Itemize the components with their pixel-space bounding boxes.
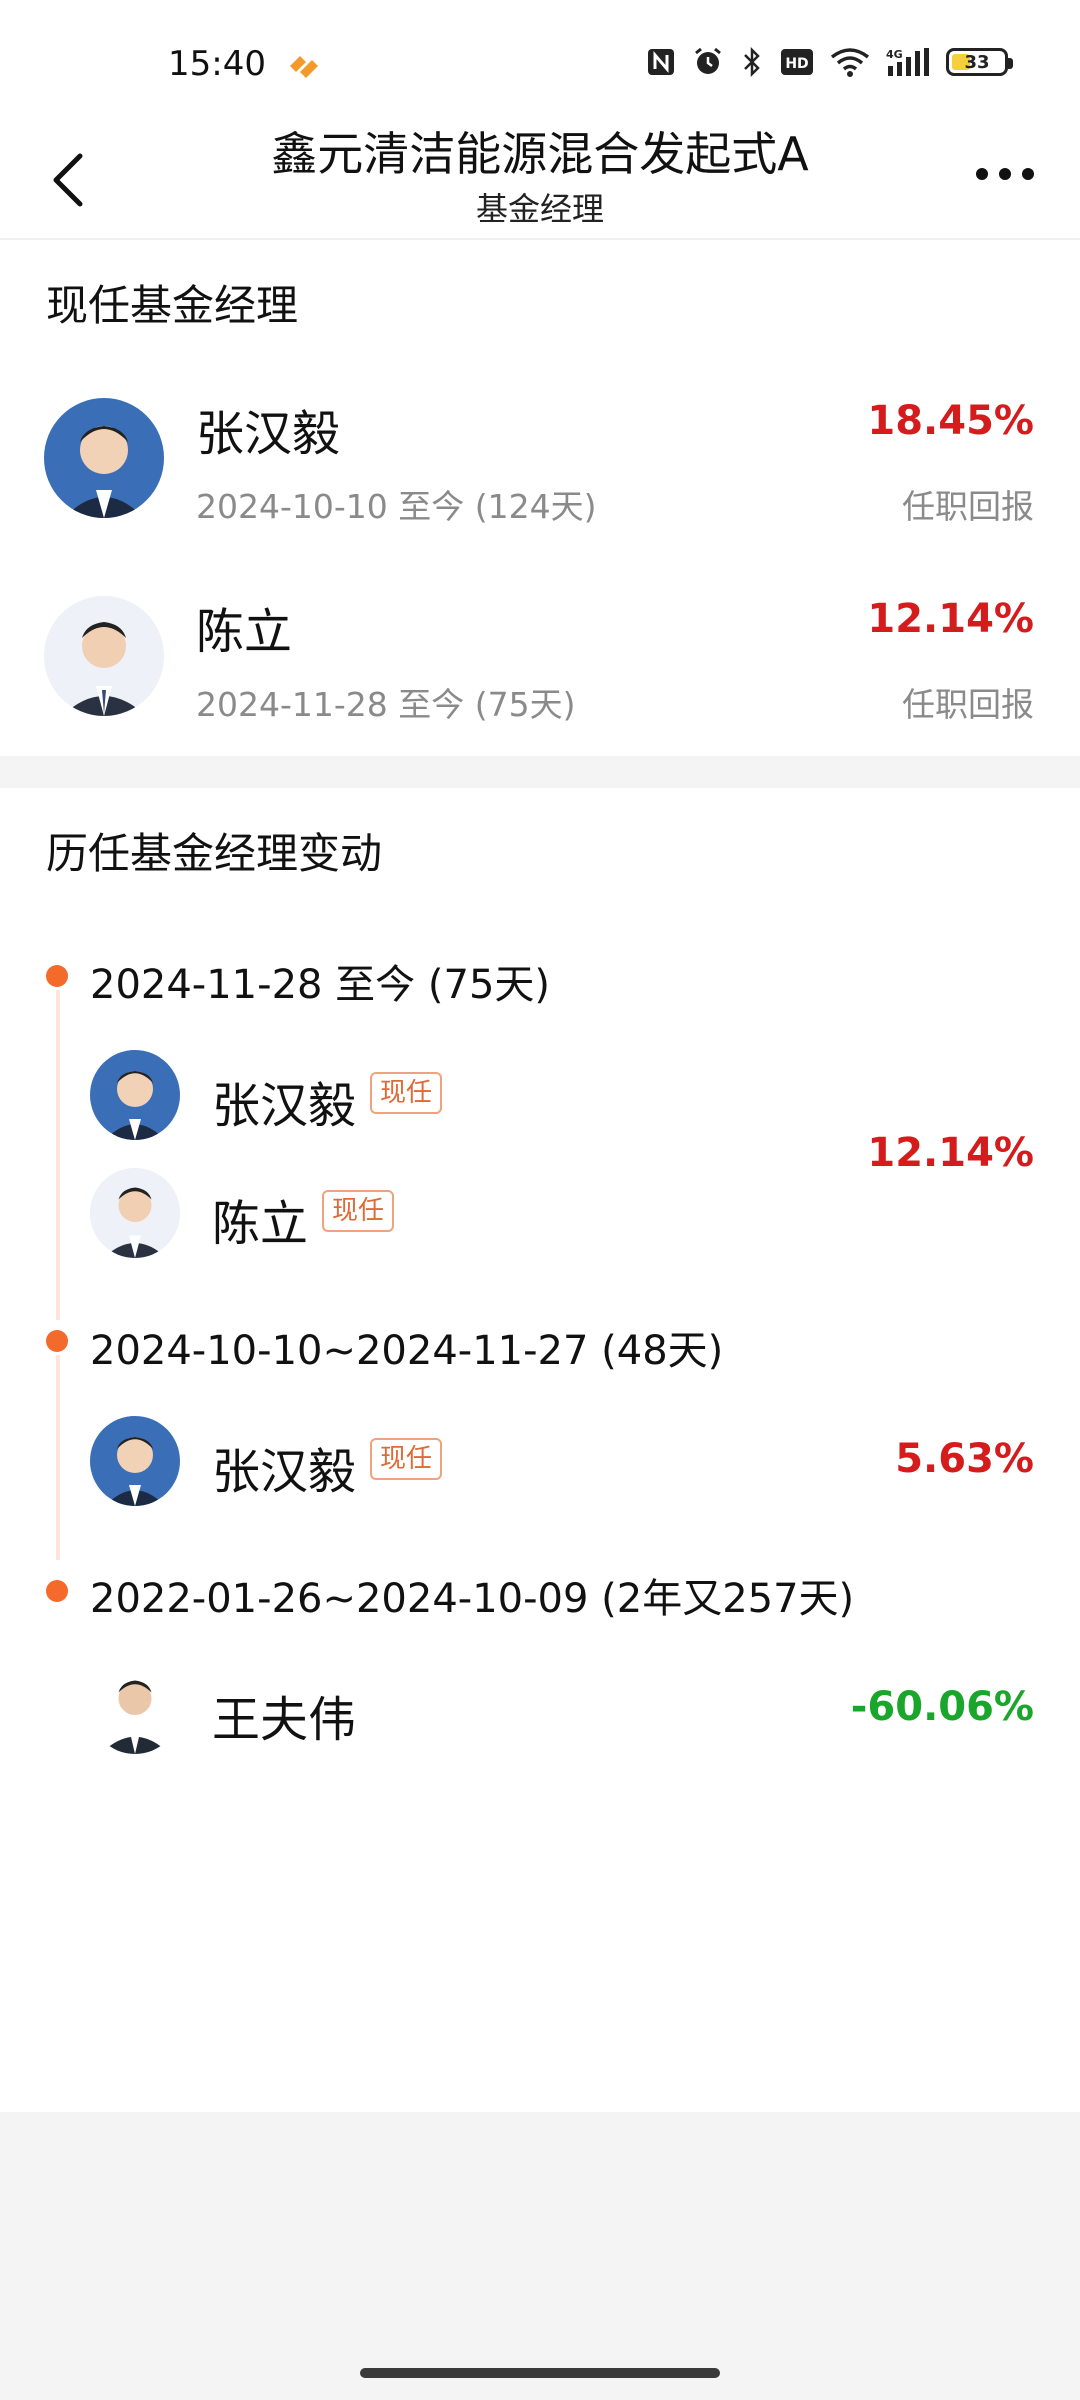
avatar: [90, 1168, 180, 1258]
bottom-gray-area: [0, 2112, 1080, 2400]
period-return: 5.63%: [895, 1436, 1034, 1482]
svg-text:HD: HD: [785, 56, 808, 72]
more-button[interactable]: [970, 154, 1040, 194]
history-manager-name: 王夫伟: [212, 1692, 357, 1748]
manager-tenure: 2024-11-28 至今 (75天): [196, 685, 576, 724]
timeline-line: [56, 990, 60, 1320]
status-time: 15:40: [168, 44, 266, 84]
period-return: 12.14%: [867, 1130, 1034, 1176]
current-tag: 现任: [370, 1438, 443, 1480]
period-text: 2024-11-28 至今 (75天): [90, 962, 550, 1008]
page-title: 鑫元清洁能源混合发起式A: [271, 127, 809, 181]
header: 鑫元清洁能源混合发起式A 基金经理: [0, 110, 1080, 240]
wifi-icon: [830, 47, 870, 77]
alarm-icon: [692, 46, 724, 78]
home-indicator[interactable]: [360, 2368, 720, 2378]
nfc-icon: [646, 47, 676, 77]
page-subtitle: 基金经理: [475, 190, 604, 228]
bluetooth-icon: [740, 46, 764, 78]
history-title: 历任基金经理变动: [46, 829, 383, 878]
avatar: [90, 1664, 180, 1754]
hd-icon: HD: [780, 48, 814, 76]
battery-icon: 33: [946, 48, 1013, 76]
avatar: [44, 596, 164, 716]
more-dots-icon: [976, 168, 1034, 180]
avatar: [44, 398, 164, 518]
battery-level: 33: [964, 51, 990, 73]
period-return: -60.06%: [850, 1684, 1034, 1730]
timeline-dot: [46, 965, 68, 987]
manager-return-label: 任职回报: [902, 487, 1034, 526]
section-separator: [0, 756, 1080, 788]
avatar: [90, 1416, 180, 1506]
current-tag: 现任: [370, 1072, 443, 1114]
current-managers-title: 现任基金经理: [46, 281, 299, 330]
manager-name: 张汉毅: [196, 406, 341, 462]
manager-return-label: 任职回报: [902, 685, 1034, 724]
app-notification-icon: [290, 56, 318, 78]
period-text: 2022-01-26~2024-10-09 (2年又257天): [90, 1576, 855, 1622]
current-tag: 现任: [322, 1190, 395, 1232]
avatar: [90, 1050, 180, 1140]
manager-return: 18.45%: [867, 398, 1034, 444]
current-manager-row[interactable]: 陈立 2024-11-28 至今 (75天) 12.14% 任职回报: [0, 568, 1080, 748]
status-icons: HD 4G 33: [646, 46, 1013, 78]
history-manager-name: 陈立: [212, 1196, 309, 1252]
timeline-dot: [46, 1580, 68, 1602]
manager-name: 陈立: [196, 604, 293, 660]
svg-text:4G: 4G: [886, 48, 903, 61]
history-manager-name: 张汉毅: [212, 1444, 357, 1500]
history-manager-name: 张汉毅: [212, 1078, 357, 1134]
4g-signal-icon: 4G: [886, 46, 930, 78]
manager-return: 12.14%: [867, 596, 1034, 642]
page: 15:40 HD 4G 33 鑫元清洁能源混合发起式A 基金经理 现任基金经理 …: [0, 0, 1080, 2400]
period-text: 2024-10-10~2024-11-27 (48天): [90, 1328, 724, 1374]
current-manager-row[interactable]: 张汉毅 2024-10-10 至今 (124天) 18.45% 任职回报: [0, 370, 1080, 550]
timeline-dot: [46, 1330, 68, 1352]
manager-tenure: 2024-10-10 至今 (124天): [196, 487, 597, 526]
timeline-line: [56, 1355, 60, 1560]
header-divider: [0, 238, 1080, 240]
